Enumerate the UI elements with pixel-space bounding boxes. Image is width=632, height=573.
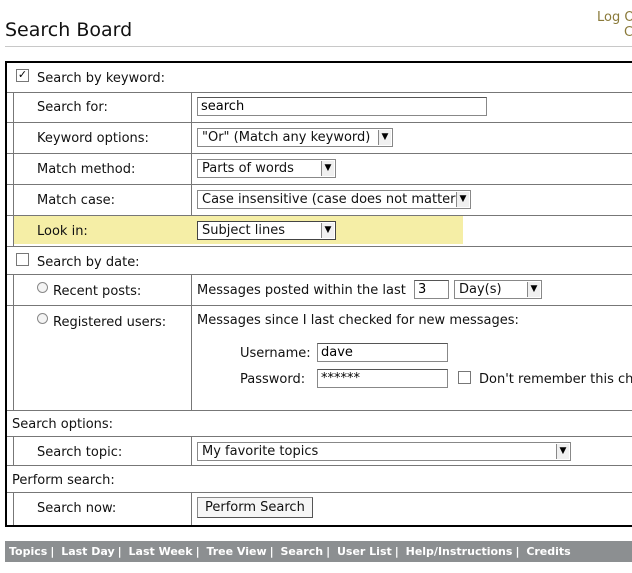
match-method-label: Match method: bbox=[37, 162, 136, 177]
logout-link-second-line[interactable]: C bbox=[624, 25, 632, 40]
keyword-options-value: "Or" (Match any keyword) bbox=[202, 130, 371, 145]
search-for-input[interactable]: search bbox=[197, 97, 487, 116]
footer-separator: | bbox=[269, 545, 274, 558]
footer-separator: | bbox=[394, 545, 399, 558]
footer-link-credits[interactable]: Credits bbox=[526, 545, 570, 558]
row-divider bbox=[7, 153, 632, 154]
footer-separator: | bbox=[195, 545, 200, 558]
match-case-value: Case insensitive (case does not matter) bbox=[202, 192, 461, 207]
dont-remember-checkbox[interactable] bbox=[458, 371, 471, 384]
search-by-date-label: Search by date: bbox=[37, 255, 140, 270]
search-topic-label: Search topic: bbox=[37, 445, 123, 460]
checkmark-icon: ✓ bbox=[17, 68, 28, 81]
indent-divider bbox=[13, 92, 14, 246]
recent-posts-text: Messages posted within the last bbox=[197, 283, 406, 298]
chevron-down-icon[interactable]: ▼ bbox=[321, 223, 334, 238]
search-options-heading: Search options: bbox=[12, 417, 114, 432]
footer-nav: Topics | Last Day | Last Week | Tree View | … bbox=[5, 541, 632, 562]
chevron-down-icon[interactable]: ▼ bbox=[527, 282, 540, 297]
registered-users-text: Messages since I last checked for new me… bbox=[197, 313, 519, 328]
registered-users-label: Registered users: bbox=[53, 315, 167, 330]
registered-users-radio[interactable] bbox=[37, 313, 48, 324]
look-in-value: Subject lines bbox=[202, 223, 285, 238]
footer-separator: | bbox=[515, 545, 520, 558]
look-in-label: Look in: bbox=[37, 224, 88, 239]
title-divider bbox=[5, 46, 632, 47]
keyword-options-label: Keyword options: bbox=[37, 131, 149, 146]
row-divider bbox=[7, 465, 632, 466]
match-method-select[interactable]: Parts of words ▼ bbox=[197, 159, 336, 178]
indent-divider bbox=[13, 274, 14, 410]
recent-posts-count-input[interactable]: 3 bbox=[414, 280, 449, 299]
row-divider bbox=[7, 246, 632, 247]
search-by-keyword-label: Search by keyword: bbox=[37, 71, 165, 86]
row-divider bbox=[7, 305, 632, 306]
chevron-down-icon[interactable]: ▼ bbox=[321, 161, 334, 176]
match-case-label: Match case: bbox=[37, 193, 116, 208]
page-title: Search Board bbox=[5, 19, 133, 41]
column-divider bbox=[191, 436, 192, 465]
row-divider bbox=[7, 184, 632, 185]
recent-posts-radio[interactable] bbox=[37, 282, 48, 293]
username-label: Username: bbox=[240, 346, 311, 361]
footer-link-search[interactable]: Search bbox=[281, 545, 324, 558]
dont-remember-label: Don't remember this ch bbox=[479, 372, 632, 387]
perform-search-heading: Perform search: bbox=[12, 473, 115, 488]
column-divider bbox=[191, 274, 192, 410]
row-divider bbox=[7, 436, 632, 437]
search-by-date-checkbox[interactable] bbox=[16, 253, 29, 266]
chevron-down-icon[interactable]: ▼ bbox=[456, 192, 469, 207]
recent-posts-unit-select[interactable]: Day(s) ▼ bbox=[454, 280, 542, 299]
footer-link-last-day[interactable]: Last Day bbox=[61, 545, 114, 558]
search-for-label: Search for: bbox=[37, 100, 108, 115]
row-divider bbox=[7, 122, 632, 123]
keyword-options-select[interactable]: "Or" (Match any keyword) ▼ bbox=[197, 128, 393, 147]
chevron-down-icon[interactable]: ▼ bbox=[556, 444, 569, 459]
search-by-keyword-checkbox[interactable]: ✓ bbox=[16, 69, 29, 82]
username-input[interactable]: dave bbox=[317, 343, 448, 362]
match-method-value: Parts of words bbox=[202, 161, 294, 176]
password-input[interactable]: ****** bbox=[317, 369, 448, 388]
look-in-select[interactable]: Subject lines ▼ bbox=[197, 221, 336, 240]
row-divider bbox=[7, 410, 632, 411]
perform-search-button[interactable]: Perform Search bbox=[197, 497, 313, 518]
search-now-label: Search now: bbox=[37, 501, 117, 516]
recent-posts-label: Recent posts: bbox=[53, 284, 142, 299]
password-label: Password: bbox=[240, 372, 306, 387]
search-form: ✓ Search by keyword: Search for: search … bbox=[5, 61, 632, 527]
logout-link[interactable]: Log O bbox=[597, 10, 632, 25]
footer-link-tree-view[interactable]: Tree View bbox=[206, 545, 266, 558]
indent-divider bbox=[13, 492, 14, 525]
footer-separator: | bbox=[326, 545, 331, 558]
recent-posts-unit-value: Day(s) bbox=[459, 282, 502, 297]
row-divider bbox=[7, 274, 632, 275]
footer-separator: | bbox=[50, 545, 55, 558]
footer-link-user-list[interactable]: User List bbox=[337, 545, 392, 558]
indent-divider bbox=[13, 436, 14, 465]
row-divider bbox=[7, 92, 632, 93]
search-topic-value: My favorite topics bbox=[202, 444, 319, 459]
chevron-down-icon[interactable]: ▼ bbox=[378, 130, 391, 145]
row-divider bbox=[7, 492, 632, 493]
footer-link-help-instructions[interactable]: Help/Instructions bbox=[406, 545, 513, 558]
search-topic-select[interactable]: My favorite topics ▼ bbox=[197, 442, 571, 461]
footer-separator: | bbox=[117, 545, 122, 558]
footer-link-topics[interactable]: Topics bbox=[9, 545, 47, 558]
column-divider bbox=[191, 92, 192, 215]
match-case-select[interactable]: Case insensitive (case does not matter) … bbox=[197, 190, 471, 209]
column-divider bbox=[191, 492, 192, 525]
footer-link-last-week[interactable]: Last Week bbox=[129, 545, 193, 558]
